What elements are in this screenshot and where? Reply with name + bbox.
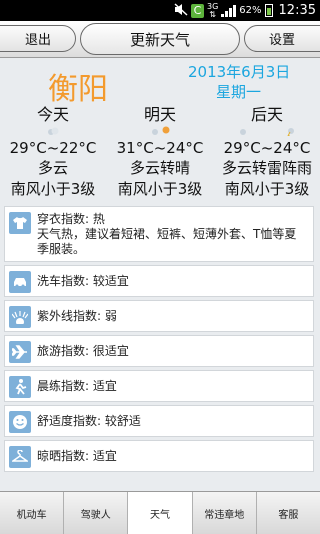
tab-vehicle[interactable]: 机动车 xyxy=(0,492,65,534)
forecast-tomorrow: 明天 31°C~24°C 多云转晴 南风小于3级 xyxy=(107,106,213,200)
battery-icon xyxy=(264,4,273,17)
index-label: 晨练指数: 适宜 xyxy=(37,379,117,393)
temperature-range: 31°C~24°C xyxy=(116,139,204,157)
bottom-tab-bar: 机动车 驾驶人 天气 常违章地 客服 xyxy=(0,491,320,534)
car-icon xyxy=(9,271,31,293)
mute-icon xyxy=(174,2,188,19)
weather-weekday: 星期一 xyxy=(216,83,262,101)
network-indicator: 3G ⇅ xyxy=(207,2,218,19)
wind: 南风小于3级 xyxy=(117,180,203,198)
refresh-weather-button[interactable]: 更新天气 xyxy=(80,23,240,55)
weather-panel: 衡阳 2013年6月3日 星期一 今天 29°C~22°C 多云 南风小于3级 … xyxy=(0,58,320,204)
condition: 多云 xyxy=(37,159,68,177)
index-row-carwash[interactable]: 洗车指数: 较适宜 xyxy=(4,265,314,297)
signal-bars-icon xyxy=(221,4,237,17)
exit-button[interactable]: 退出 xyxy=(0,25,76,52)
condition: 多云转晴 xyxy=(129,159,190,177)
wind: 南风小于3级 xyxy=(10,180,96,198)
index-label: 穿衣指数: 热 xyxy=(37,212,105,226)
temperature-range: 29°C~22°C xyxy=(9,139,97,157)
wind: 南风小于3级 xyxy=(224,180,310,198)
forecast-day-after: 后天 29°C~24°C 多云转雷阵雨 南风小于3级 xyxy=(214,106,320,200)
index-label: 紫外线指数: 弱 xyxy=(37,309,117,323)
index-label: 旅游指数: 很适宜 xyxy=(37,344,129,358)
airplane-icon xyxy=(9,341,31,363)
index-row-clothing[interactable]: 穿衣指数: 热 天气热，建议着短裙、短裤、短薄外套、T恤等夏季服装。 xyxy=(4,206,314,262)
sun-rays-icon xyxy=(9,306,31,328)
day-name: 明天 xyxy=(143,105,176,124)
index-label: 舒适度指数: 较舒适 xyxy=(37,414,141,428)
index-detail: 天气热，建议着短裙、短裤、短薄外套、T恤等夏季服装。 xyxy=(37,227,297,256)
shirt-icon xyxy=(9,212,31,234)
tab-driver[interactable]: 驾驶人 xyxy=(64,492,129,534)
tab-customer-service[interactable]: 客服 xyxy=(257,492,320,534)
city-name: 衡阳 xyxy=(48,72,108,107)
index-row-comfort[interactable]: 舒适度指数: 较舒适 xyxy=(4,405,314,437)
status-bar: C 3G ⇅ 62% 12:35 xyxy=(0,0,320,21)
index-label: 晾晒指数: 适宜 xyxy=(37,449,117,463)
app-notification-icon: C xyxy=(191,3,204,18)
sunny-icon xyxy=(107,125,213,137)
index-row-uv[interactable]: 紫外线指数: 弱 xyxy=(4,300,314,332)
settings-button[interactable]: 设置 xyxy=(244,25,320,52)
index-row-exercise[interactable]: 晨练指数: 适宜 xyxy=(4,370,314,402)
smiley-icon xyxy=(9,411,31,433)
clock: 12:35 xyxy=(278,3,316,18)
thunder-icon xyxy=(214,125,320,137)
forecast-today: 今天 29°C~22°C 多云 南风小于3级 xyxy=(0,106,106,200)
app-header: 退出 更新天气 设置 xyxy=(0,21,320,58)
weather-date: 2013年6月3日 xyxy=(188,63,291,81)
battery-percent: 62% xyxy=(239,5,262,16)
index-row-drying[interactable]: 晾晒指数: 适宜 xyxy=(4,440,314,472)
index-row-travel[interactable]: 旅游指数: 很适宜 xyxy=(4,335,314,367)
day-name: 今天 xyxy=(36,105,69,124)
condition: 多云转雷阵雨 xyxy=(221,159,312,177)
data-arrows-icon: ⇅ xyxy=(209,9,216,19)
tab-violation-spots[interactable]: 常违章地 xyxy=(193,492,257,534)
hanger-icon xyxy=(9,446,31,468)
cloudy-icon xyxy=(0,125,106,137)
status-icons: C 3G ⇅ 62% 12:35 xyxy=(174,2,316,19)
index-label: 洗车指数: 较适宜 xyxy=(37,274,129,288)
day-name: 后天 xyxy=(250,105,283,124)
temperature-range: 29°C~24°C xyxy=(223,139,311,157)
runner-icon xyxy=(9,376,31,398)
tab-weather[interactable]: 天气 xyxy=(128,492,193,534)
